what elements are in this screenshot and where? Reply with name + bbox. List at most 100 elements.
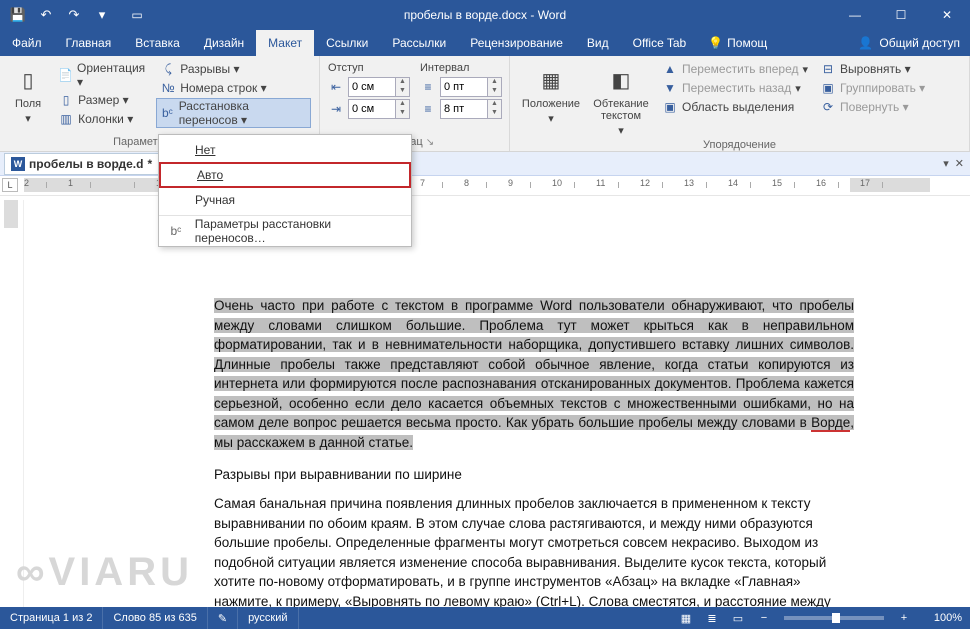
qat-more[interactable]: ▾ [90, 3, 114, 27]
group-icon: ▣ [820, 80, 836, 96]
tab-insert[interactable]: Вставка [123, 30, 192, 56]
space-before-input[interactable]: ▲▼ [440, 76, 502, 98]
status-page[interactable]: Страница 1 из 2 [0, 607, 103, 629]
indent-left-input[interactable]: ▲▼ [348, 76, 410, 98]
hyphenation-menu: Нет Авто Ручная bᶜПараметры расстановки … [158, 134, 412, 247]
tab-file[interactable]: Файл [0, 30, 54, 56]
heading-1[interactable]: Разрывы при выравнивании по ширине [214, 465, 854, 485]
status-proofing[interactable]: ✎ [208, 607, 238, 629]
tell-me[interactable]: 💡 Помощ [698, 30, 777, 56]
maximize-button[interactable]: ☐ [878, 0, 924, 30]
tab-layout[interactable]: Макет [256, 30, 314, 56]
status-bar: Страница 1 из 2 Слово 85 из 635 ✎ русски… [0, 607, 970, 629]
tab-references[interactable]: Ссылки [314, 30, 380, 56]
send-backward-button: ▼Переместить назад ▾ [658, 79, 812, 97]
align-button[interactable]: ⊟Выровнять ▾ [816, 60, 929, 78]
document-tab-bar: W пробелы в ворде.d * ▾ ✕ [0, 152, 970, 176]
position-icon: ▦ [535, 64, 567, 96]
hyphenation-button[interactable]: bᶜРасстановка переносов ▾ [156, 98, 311, 128]
dialog-launcher-icon[interactable]: ↘ [426, 137, 437, 148]
hyphen-icon: bᶜ [160, 105, 174, 121]
orientation-button[interactable]: 📄Ориентация ▾ [54, 60, 150, 90]
indent-left-icon: ⇤ [328, 79, 344, 95]
document-modified-star: * [147, 157, 152, 171]
hyphen-options[interactable]: bᶜПараметры расстановки переносов… [159, 219, 411, 243]
columns-button[interactable]: ▥Колонки ▾ [54, 110, 150, 128]
forward-icon: ▲ [662, 61, 678, 77]
word-file-icon: W [11, 157, 25, 171]
breaks-icon: ⤹ [160, 61, 176, 77]
breaks-button[interactable]: ⤹Разрывы ▾ [156, 60, 311, 78]
selection-pane-button[interactable]: ▣Область выделения [658, 98, 812, 116]
tell-me-label: Помощ [727, 36, 767, 50]
save-button[interactable]: 💾 [6, 3, 30, 27]
margins-label: Поля [15, 98, 41, 110]
bring-forward-button: ▲Переместить вперед ▾ [658, 60, 812, 78]
options-icon: bᶜ [167, 224, 185, 238]
zoom-slider[interactable] [784, 616, 884, 620]
wrap-text-button[interactable]: ◧ Обтекание текстом▾ [588, 60, 654, 137]
size-button[interactable]: ▯Размер ▾ [54, 91, 150, 109]
lightbulb-icon: 💡 [708, 36, 723, 50]
hyphen-auto[interactable]: Авто [159, 162, 411, 188]
paragraph-1[interactable]: Очень часто при работе с текстом в прогр… [214, 296, 854, 453]
group-arrange: ▦ Положение▾ ◧ Обтекание текстом▾ ▲Перем… [510, 56, 970, 151]
group-objects-button: ▣Группировать ▾ [816, 79, 929, 97]
tab-home[interactable]: Главная [54, 30, 124, 56]
proofing-icon: ✎ [218, 612, 227, 625]
margins-icon: ▯ [12, 64, 44, 96]
minimize-button[interactable]: ― [832, 0, 878, 30]
indent-right-icon: ⇥ [328, 101, 344, 117]
document-tab[interactable]: W пробелы в ворде.d * [4, 153, 159, 175]
pane-icon: ▣ [662, 99, 678, 115]
hyphen-none[interactable]: Нет [159, 138, 411, 162]
page-viewport[interactable]: Очень часто при работе с текстом в прогр… [24, 200, 970, 607]
page: Очень часто при работе с текстом в прогр… [44, 206, 904, 607]
indent-header: Отступ [328, 60, 410, 76]
backward-icon: ▼ [662, 80, 678, 96]
vertical-ruler[interactable] [0, 200, 24, 607]
tab-view[interactable]: Вид [575, 30, 621, 56]
window-controls: ― ☐ ✕ [832, 0, 970, 30]
zoom-in-button[interactable]: + [892, 607, 916, 629]
tab-review[interactable]: Рецензирование [458, 30, 575, 56]
align-icon: ⊟ [820, 61, 836, 77]
line-numbers-button[interactable]: №Номера строк ▾ [156, 79, 311, 97]
zoom-out-button[interactable]: − [752, 607, 776, 629]
tab-officetab[interactable]: Office Tab [621, 30, 699, 56]
tab-design[interactable]: Дизайн [192, 30, 256, 56]
orientation-icon: 📄 [58, 67, 73, 83]
title-bar: 💾 ↶ ↷ ▾ пробелы в ворде.docx - Word ▭ ― … [0, 0, 970, 30]
view-web-button[interactable]: ▭ [726, 607, 750, 629]
view-read-button[interactable]: ▦ [674, 607, 698, 629]
tabbar-close-icon[interactable]: ✕ [955, 157, 964, 170]
undo-button[interactable]: ↶ [34, 3, 58, 27]
rotate-icon: ⟳ [820, 99, 836, 115]
paragraph-2[interactable]: Самая банальная причина появления длинны… [214, 494, 854, 607]
ribbon-tabs: Файл Главная Вставка Дизайн Макет Ссылки… [0, 30, 970, 56]
horizontal-ruler[interactable]: L 211234567891011121314151617 [0, 176, 970, 196]
document-area: Очень часто при работе с текстом в прогр… [0, 200, 970, 607]
margins-button[interactable]: ▯ Поля ▾ [8, 60, 48, 128]
indent-right-input[interactable]: ▲▼ [348, 98, 410, 120]
zoom-level[interactable]: 100% [918, 612, 962, 624]
quick-access-toolbar: 💾 ↶ ↷ ▾ [0, 3, 114, 27]
tab-selector[interactable]: L [2, 178, 18, 192]
tab-mailings[interactable]: Рассылки [380, 30, 458, 56]
status-language[interactable]: русский [238, 607, 298, 629]
status-word-count[interactable]: Слово 85 из 635 [103, 607, 207, 629]
space-after-icon: ≡ [420, 101, 436, 117]
window-title: пробелы в ворде.docx - Word [404, 8, 566, 22]
rotate-button: ⟳Повернуть ▾ [816, 98, 929, 116]
view-print-button[interactable]: ≣ [700, 607, 724, 629]
tabbar-menu-icon[interactable]: ▾ [943, 157, 949, 170]
space-after-input[interactable]: ▲▼ [440, 98, 502, 120]
hyphen-manual[interactable]: Ручная [159, 188, 411, 212]
position-button[interactable]: ▦ Положение▾ [518, 60, 584, 137]
size-icon: ▯ [58, 92, 74, 108]
person-icon: 👤 [858, 36, 873, 50]
share-button[interactable]: 👤 Общий доступ [848, 30, 970, 56]
close-button[interactable]: ✕ [924, 0, 970, 30]
ribbon-options-icon[interactable]: ▭ [114, 0, 160, 30]
redo-button[interactable]: ↷ [62, 3, 86, 27]
